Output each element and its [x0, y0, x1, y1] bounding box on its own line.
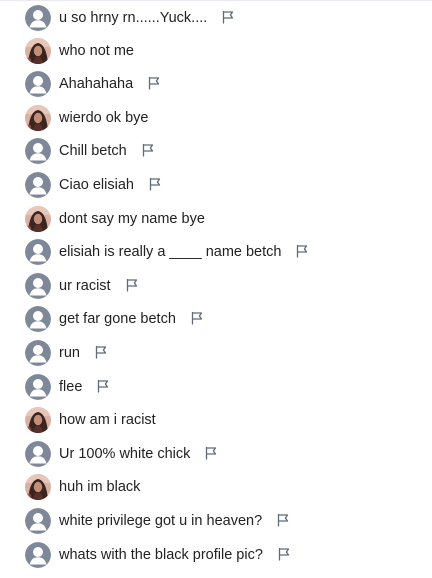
message-content: dont say my name bye: [59, 210, 205, 228]
message-text: wierdo ok bye: [59, 110, 149, 126]
report-flag-icon[interactable]: [221, 10, 235, 24]
report-flag-icon[interactable]: [96, 379, 110, 393]
chat-message: flee: [0, 370, 432, 404]
chat-message: wierdo ok bye: [0, 101, 432, 135]
message-text: Ciao elisiah: [59, 177, 134, 193]
default-user-avatar-icon[interactable]: [25, 138, 51, 164]
report-flag-icon[interactable]: [277, 547, 291, 561]
message-content: run: [59, 344, 108, 362]
message-content: white privilege got u in heaven?: [59, 512, 290, 530]
message-text: white privilege got u in heaven?: [59, 513, 263, 529]
default-user-avatar-icon[interactable]: [25, 5, 51, 31]
chat-message: get far gone betch: [0, 302, 432, 336]
message-text: flee: [59, 379, 83, 395]
chat-message: who not me: [0, 34, 432, 68]
message-content: how am i racist: [59, 411, 156, 429]
chat-message: whats with the black profile pic?: [0, 538, 432, 572]
message-text: ur racist: [59, 278, 111, 294]
message-text: dont say my name bye: [59, 211, 205, 227]
report-flag-icon[interactable]: [276, 513, 290, 527]
message-text: get far gone betch: [59, 311, 176, 327]
default-user-avatar-icon[interactable]: [25, 71, 51, 97]
default-user-avatar-icon[interactable]: [25, 441, 51, 467]
message-text: huh im black: [59, 479, 141, 495]
message-content: Ahahahaha: [59, 75, 161, 93]
message-text: u so hrny rn......Yuck....: [59, 10, 208, 26]
chat-message: Chill betch: [0, 134, 432, 168]
report-flag-icon[interactable]: [141, 143, 155, 157]
message-text: Chill betch: [59, 143, 127, 159]
default-user-avatar-icon[interactable]: [25, 340, 51, 366]
message-text: Ahahahaha: [59, 76, 134, 92]
user-photo-avatar[interactable]: [25, 38, 51, 64]
message-text: Ur 100% white chick: [59, 446, 191, 462]
message-text: elisiah is really a ____ name betch: [59, 244, 282, 260]
report-flag-icon[interactable]: [147, 76, 161, 90]
message-content: Chill betch: [59, 142, 155, 160]
chat-message: Ahahahaha: [0, 67, 432, 101]
default-user-avatar-icon[interactable]: [25, 542, 51, 568]
chat-message: Ur 100% white chick: [0, 437, 432, 471]
report-flag-icon[interactable]: [204, 446, 218, 460]
default-user-avatar-icon[interactable]: [25, 374, 51, 400]
default-user-avatar-icon[interactable]: [25, 306, 51, 332]
message-text: whats with the black profile pic?: [59, 547, 263, 563]
message-content: whats with the black profile pic?: [59, 546, 291, 564]
message-content: u so hrny rn......Yuck....: [59, 9, 235, 27]
chat-message: how am i racist: [0, 403, 432, 437]
message-text: how am i racist: [59, 412, 156, 428]
chat-message: huh im black: [0, 470, 432, 504]
default-user-avatar-icon[interactable]: [25, 239, 51, 265]
message-content: huh im black: [59, 478, 140, 496]
default-user-avatar-icon[interactable]: [25, 273, 51, 299]
chat-message: run: [0, 336, 432, 370]
report-flag-icon[interactable]: [190, 311, 204, 325]
user-photo-avatar[interactable]: [25, 206, 51, 232]
message-content: Ur 100% white chick: [59, 445, 218, 463]
chat-message: dont say my name bye: [0, 202, 432, 236]
chat-message: Ciao elisiah: [0, 168, 432, 202]
message-text: run: [59, 345, 80, 361]
report-flag-icon[interactable]: [148, 177, 162, 191]
user-photo-avatar[interactable]: [25, 474, 51, 500]
message-content: elisiah is really a ____ name betch: [59, 243, 309, 261]
message-content: get far gone betch: [59, 310, 204, 328]
chat-message: white privilege got u in heaven?: [0, 504, 432, 538]
message-text: who not me: [59, 43, 134, 59]
report-flag-icon[interactable]: [295, 244, 309, 258]
chat-message: elisiah is really a ____ name betch: [0, 235, 432, 269]
default-user-avatar-icon[interactable]: [25, 172, 51, 198]
default-user-avatar-icon[interactable]: [25, 508, 51, 534]
message-content: Ciao elisiah: [59, 176, 162, 194]
chat-message: ur racist: [0, 269, 432, 303]
message-content: ur racist: [59, 277, 139, 295]
chat-message-list: u so hrny rn......Yuck.... who not me Ahah…: [0, 0, 432, 578]
message-content: who not me: [59, 42, 134, 60]
user-photo-avatar[interactable]: [25, 407, 51, 433]
user-photo-avatar[interactable]: [25, 105, 51, 131]
report-flag-icon[interactable]: [125, 278, 139, 292]
report-flag-icon[interactable]: [94, 345, 108, 359]
message-content: wierdo ok bye: [59, 109, 148, 127]
message-content: flee: [59, 378, 110, 396]
chat-message: u so hrny rn......Yuck....: [0, 1, 432, 35]
